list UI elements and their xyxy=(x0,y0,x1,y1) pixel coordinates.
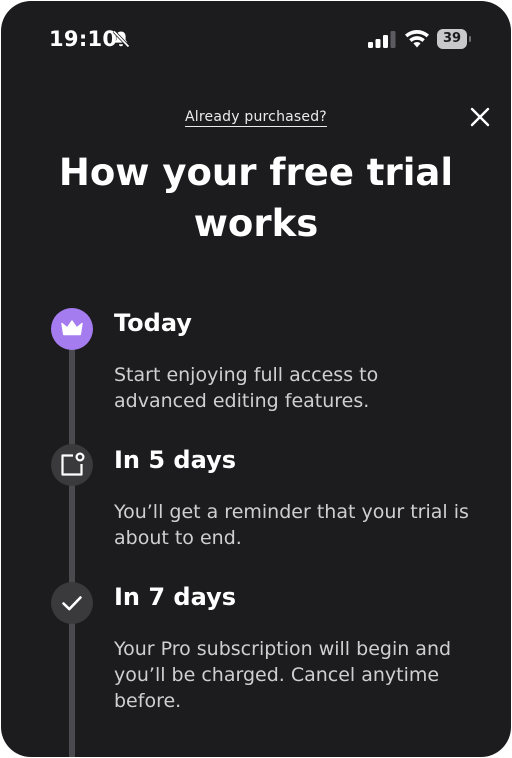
step-heading: Today xyxy=(114,309,192,337)
step-today-icon-badge xyxy=(51,308,93,350)
step-description: Your Pro subscription will begin and you… xyxy=(114,638,452,712)
battery-cap xyxy=(469,36,471,42)
step-heading: In 5 days xyxy=(114,446,236,474)
timeline-line xyxy=(69,331,75,757)
step-five-days-icon-badge xyxy=(51,444,93,486)
bell-slash-icon xyxy=(112,30,130,48)
trial-screen: 19:10 39 Already purchased? How your fre… xyxy=(1,1,511,757)
checkmark-icon xyxy=(62,596,82,611)
already-purchased-link-row: Already purchased? xyxy=(1,109,511,125)
status-time: 19:10 xyxy=(49,27,118,51)
notification-icon xyxy=(61,452,85,476)
step-heading: In 7 days xyxy=(114,583,236,611)
crown-icon xyxy=(61,320,83,336)
wifi-icon xyxy=(405,30,429,48)
close-icon[interactable] xyxy=(467,104,493,130)
step-description: Start enjoying full access to advanced e… xyxy=(114,364,379,412)
step-seven-days-icon-badge xyxy=(51,582,93,624)
step-description: You’ll get a reminder that your trial is… xyxy=(114,501,469,549)
battery-icon: 39 xyxy=(437,29,471,49)
battery-level: 39 xyxy=(442,31,462,46)
already-purchased-link[interactable]: Already purchased? xyxy=(185,109,327,125)
cellular-signal-icon xyxy=(368,31,396,48)
status-bar: 19:10 39 xyxy=(1,1,511,79)
page-title: How your free trial works xyxy=(58,151,454,245)
